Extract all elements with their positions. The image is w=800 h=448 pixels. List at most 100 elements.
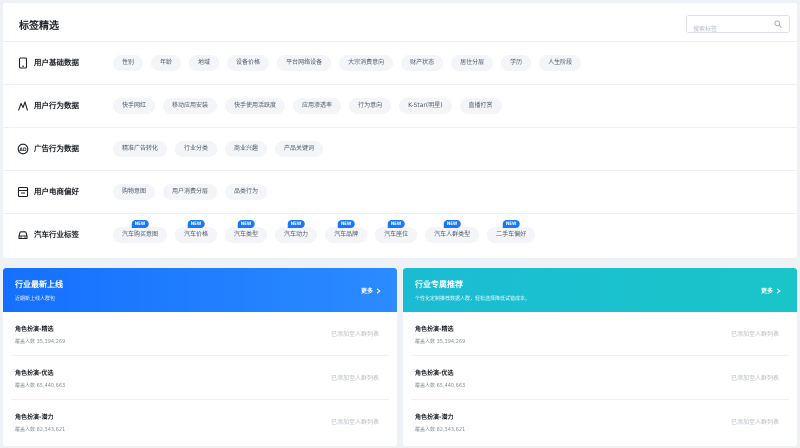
new-badge: NEW — [502, 219, 520, 228]
category-head: 汽车行业标签 — [3, 229, 113, 241]
tag[interactable]: 汽车品牌 NEW — [325, 219, 368, 243]
ad-icon: AD — [17, 143, 29, 155]
tag[interactable]: 年龄 — [151, 54, 182, 71]
category-label: 广告行为数据 — [34, 144, 79, 153]
tag[interactable]: 汽车价格 NEW — [175, 219, 218, 243]
category-head: 用户行为数据 — [3, 100, 113, 112]
new-badge: NEW — [443, 219, 461, 228]
category-row-user-behavior: 用户行为数据 快手网红 移动应用安装 快手使用活跃度 应用渗透率 行为意向 K-… — [3, 84, 797, 126]
list-item[interactable]: 角色扮演-精选 覆盖人数 35,394,269 已添加至人群列表 — [411, 312, 789, 356]
added-status[interactable]: 已添加至人群列表 — [731, 417, 779, 426]
tag[interactable]: 购物意图 — [113, 183, 156, 200]
store-icon — [17, 186, 29, 198]
tag-label: 二手车偏好 — [496, 230, 527, 238]
audience-coverage: 覆盖人数 65,440,663 — [415, 383, 466, 389]
chevron-right-icon — [376, 287, 381, 294]
added-status[interactable]: 已添加至人群列表 — [731, 373, 779, 382]
list-item[interactable]: 角色扮演-优选 覆盖人数 65,440,663 已添加至人群列表 — [411, 356, 789, 400]
list-item[interactable]: 角色扮演-潜力 覆盖人数 82,343,621 已添加至人群列表 — [411, 400, 789, 444]
tag[interactable]: K-Star(明星) — [399, 97, 452, 114]
tag[interactable]: 应用渗透率 — [293, 97, 342, 114]
audience-coverage: 覆盖人数 82,343,621 — [415, 427, 466, 433]
panel-subtitle: 个性化定制推荐数据人群，轻松选择降低试错成本。 — [415, 296, 531, 302]
list-item[interactable]: 角色扮演-精选 覆盖人数 35,394,269 已添加至人群列表 — [11, 312, 389, 356]
search-box[interactable] — [686, 15, 790, 38]
tag-label: 汽车动力 — [284, 230, 309, 238]
tag[interactable]: 快手网红 — [113, 97, 156, 114]
more-label: 更多 — [360, 288, 373, 295]
category-head: AD 广告行为数据 — [3, 143, 113, 155]
new-badge: NEW — [187, 219, 205, 228]
tag[interactable]: 精准广告转化 — [113, 140, 168, 157]
tag-label: 汽车人群类型 — [434, 230, 471, 238]
tag[interactable]: 汽车购买意图 NEW — [113, 219, 168, 243]
search-icon[interactable] — [774, 20, 782, 28]
tag[interactable]: 直播打赏 — [459, 97, 502, 114]
tag[interactable]: 平台网络设备 — [277, 54, 332, 71]
tag[interactable]: 汽车动力 NEW — [275, 219, 318, 243]
audience-name: 角色扮演-精选 — [15, 326, 54, 333]
tag[interactable]: 品类行为 — [225, 183, 268, 200]
panel-subtitle: 近期新上线人群包 — [15, 296, 56, 302]
list-item[interactable]: 角色扮演-优选 覆盖人数 65,440,663 已添加至人群列表 — [11, 356, 389, 400]
panel-title: 行业最新上线 — [15, 280, 63, 289]
tag-list: 购物意图 用户消费分层 品类行为 — [113, 183, 275, 200]
new-badge: NEW — [337, 219, 355, 228]
tag[interactable]: 居住分层 — [451, 54, 494, 71]
audience-coverage: 覆盖人数 65,440,663 — [15, 383, 66, 389]
tag[interactable]: 汽车座位 NEW — [375, 219, 418, 243]
category-head: 用户电商偏好 — [3, 186, 113, 198]
category-row-auto-industry: 汽车行业标签 汽车购买意图 NEW 汽车价格 NEW 汽车类型 NEW 汽车动力 NEW… — [3, 213, 797, 255]
tag[interactable]: 二手车偏好 NEW — [487, 219, 536, 243]
activity-icon — [17, 100, 29, 112]
phone-icon — [17, 56, 29, 69]
chevron-right-icon — [776, 287, 781, 294]
category-label: 用户基础数据 — [34, 58, 79, 67]
category-label: 汽车行业标签 — [34, 230, 79, 239]
tag[interactable]: 汽车人群类型 NEW — [425, 219, 480, 243]
more-link[interactable]: 更多 — [361, 286, 381, 295]
panel-banner: 行业专属推荐 个性化定制推荐数据人群，轻松选择降低试错成本。 更多 — [403, 268, 797, 312]
tag-list: 性别 年龄 地域 设备价格 平台网络设备 大宗消费意向 财产状态 居住分层 学历… — [113, 54, 589, 71]
new-badge: NEW — [131, 219, 149, 228]
category-label: 用户电商偏好 — [34, 187, 79, 196]
audience-coverage: 覆盖人数 35,394,269 — [15, 339, 66, 345]
tag[interactable]: 汽车类型 NEW — [225, 219, 268, 243]
added-status[interactable]: 已添加至人群列表 — [331, 417, 379, 426]
search-input[interactable] — [693, 21, 773, 38]
panel-banner: 行业最新上线 近期新上线人群包 更多 — [3, 268, 397, 312]
category-label: 用户行为数据 — [34, 101, 79, 110]
added-status[interactable]: 已添加至人群列表 — [331, 329, 379, 338]
tag[interactable]: 快手使用活跃度 — [225, 97, 286, 114]
tag[interactable]: 用户消费分层 — [163, 183, 218, 200]
list-item[interactable]: 角色扮演-潜力 覆盖人数 82,343,621 已添加至人群列表 — [11, 400, 389, 444]
tag[interactable]: 设备价格 — [227, 54, 270, 71]
more-link[interactable]: 更多 — [761, 286, 781, 295]
category-head: 用户基础数据 — [3, 56, 113, 69]
category-row-user-basic: 用户基础数据 性别 年龄 地域 设备价格 平台网络设备 大宗消费意向 财产状态 … — [3, 41, 797, 83]
added-status[interactable]: 已添加至人群列表 — [731, 329, 779, 338]
tag-list: 汽车购买意图 NEW 汽车价格 NEW 汽车类型 NEW 汽车动力 NEW 汽车品牌 NE… — [113, 219, 543, 243]
tag[interactable]: 财产状态 — [401, 54, 444, 71]
tag[interactable]: 地域 — [189, 54, 220, 71]
added-status[interactable]: 已添加至人群列表 — [331, 373, 379, 382]
tag[interactable]: 移动应用安装 — [163, 97, 218, 114]
tag-label: 汽车购买意图 — [122, 230, 159, 238]
audience-coverage: 覆盖人数 82,343,621 — [15, 427, 66, 433]
audience-name: 角色扮演-优选 — [15, 370, 54, 377]
tag[interactable]: 商业兴趣 — [225, 140, 268, 157]
tag[interactable]: 产品关键词 — [275, 140, 324, 157]
tag[interactable]: 行为意向 — [349, 97, 392, 114]
tag-label: 汽车座位 — [384, 230, 409, 238]
tag[interactable]: 性别 — [113, 54, 144, 71]
tag[interactable]: 行业分类 — [175, 140, 218, 157]
audience-name: 角色扮演-精选 — [415, 326, 454, 333]
tag-label: 汽车品牌 — [334, 230, 359, 238]
tag[interactable]: 人生阶段 — [539, 54, 582, 71]
tag[interactable]: 大宗消费意向 — [339, 54, 394, 71]
industry-new-panel: 行业最新上线 近期新上线人群包 更多 角色扮演-精选 覆盖人数 35,394,2… — [3, 268, 397, 446]
more-label: 更多 — [760, 288, 773, 295]
tag-label: 汽车类型 — [234, 230, 259, 238]
tag[interactable]: 学历 — [501, 54, 532, 71]
audience-coverage: 覆盖人数 35,394,269 — [415, 339, 466, 345]
